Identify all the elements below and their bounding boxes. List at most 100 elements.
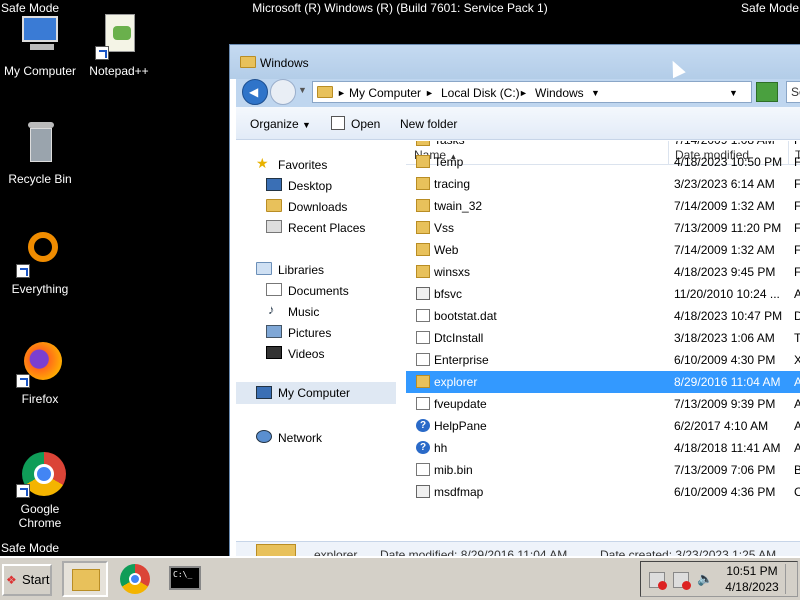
- breadcrumb-local-disk[interactable]: Local Disk (C:): [441, 86, 520, 100]
- file-row[interactable]: Enterprise 6/10/2009 4:30 PM X: [406, 349, 800, 371]
- address-dropdown-icon[interactable]: ▼: [729, 88, 738, 98]
- nav-item-desktop[interactable]: Desktop: [236, 176, 396, 196]
- file-row[interactable]: Web 7/14/2009 1:32 AM F: [406, 239, 800, 261]
- file-row[interactable]: ? HelpPane 6/2/2017 4:10 AM A: [406, 415, 800, 437]
- show-desktop-button[interactable]: [785, 564, 795, 594]
- desktop-icon-notepadpp[interactable]: Notepad++: [79, 12, 159, 78]
- shortcut-arrow-icon: [16, 264, 30, 278]
- file-date-modified: 7/13/2009 9:39 PM: [674, 397, 776, 411]
- shortcut-arrow-icon: [16, 484, 30, 498]
- file-date-modified: 4/18/2018 11:41 AM: [674, 441, 781, 455]
- open-button[interactable]: Open: [351, 117, 380, 131]
- nav-item-my-computer[interactable]: My Computer: [236, 382, 396, 404]
- file-date-modified: 6/2/2017 4:10 AM: [674, 419, 769, 433]
- recent-pages-icon[interactable]: ▼: [298, 85, 307, 95]
- file-row[interactable]: twain_32 7/14/2009 1:32 AM F: [406, 195, 800, 217]
- file-name: DtcInstall: [434, 331, 484, 345]
- nav-item-music[interactable]: ♪ Music: [236, 302, 396, 322]
- pictures-icon: [266, 325, 282, 338]
- nav-label: Desktop: [288, 179, 333, 193]
- file-date-modified: 4/18/2023 10:50 PM: [674, 155, 783, 169]
- file-row-selected[interactable]: explorer 8/29/2016 11:04 AM A: [406, 371, 800, 393]
- nav-label: Recent Places: [288, 221, 366, 235]
- file-type: X: [794, 353, 800, 367]
- nav-item-libraries[interactable]: Libraries: [236, 260, 396, 280]
- start-label: Start: [22, 572, 50, 587]
- desktop-icon-recycle-bin[interactable]: Recycle Bin: [0, 120, 80, 186]
- windows-logo-icon: ❖: [6, 573, 17, 587]
- taskbar-cmd-button[interactable]: C:\_: [164, 561, 210, 597]
- nav-item-recent-places[interactable]: Recent Places: [236, 218, 396, 238]
- file-date-modified: 7/14/2009 1:32 AM: [674, 243, 775, 257]
- breadcrumb-chevron-icon[interactable]: ►: [425, 88, 434, 98]
- file-row[interactable]: fveupdate 7/13/2009 9:39 PM A: [406, 393, 800, 415]
- volume-muted-icon[interactable]: 🔈: [697, 571, 713, 587]
- documents-icon: [266, 283, 282, 296]
- file-type: F: [794, 243, 800, 257]
- file-name: explorer: [434, 375, 478, 389]
- nav-item-network[interactable]: Network: [236, 428, 396, 448]
- back-button[interactable]: ◀: [242, 79, 268, 105]
- nav-label: Pictures: [288, 326, 332, 340]
- desktop-icon-label: Recycle Bin: [8, 172, 72, 186]
- desktop-icon-firefox[interactable]: Firefox: [0, 340, 80, 406]
- breadcrumb-chevron-icon[interactable]: ▼: [591, 88, 600, 98]
- new-folder-button[interactable]: New folder: [400, 117, 457, 131]
- file-row[interactable]: bootstat.dat 4/18/2023 10:47 PM D: [406, 305, 800, 327]
- file-type: F: [794, 141, 800, 147]
- nav-item-favorites[interactable]: ★ Favorites: [236, 155, 396, 175]
- file-date-modified: 7/13/2009 7:06 PM: [674, 463, 776, 477]
- clock-time[interactable]: 10:51 PM: [717, 564, 787, 578]
- refresh-icon[interactable]: [756, 82, 778, 102]
- organize-button[interactable]: Organize ▼: [250, 117, 311, 131]
- file-row[interactable]: ? hh 4/18/2018 11:41 AM A: [406, 437, 800, 459]
- file-name: twain_32: [434, 199, 483, 213]
- desktop-icon-google-chrome[interactable]: Google Chrome: [0, 450, 80, 530]
- taskbar: ❖ Start C:\_ 🔈 10:51 PM 4/18/2023: [0, 556, 800, 600]
- help-icon: ?: [416, 419, 430, 432]
- clock-date[interactable]: 4/18/2023: [717, 580, 787, 594]
- start-button[interactable]: ❖ Start: [2, 564, 52, 596]
- desktop-icon-label: My Computer: [3, 64, 77, 78]
- file-row[interactable]: DtcInstall 3/18/2023 1:06 AM T: [406, 327, 800, 349]
- file-row[interactable]: msdfmap 6/10/2009 4:36 PM C: [406, 481, 800, 503]
- file-row[interactable]: Vss 7/13/2009 11:20 PM F: [406, 217, 800, 239]
- libraries-icon: [256, 262, 272, 275]
- nav-item-documents[interactable]: Documents: [236, 281, 396, 301]
- file-row[interactable]: bfsvc 11/20/2010 10:24 ... A: [406, 283, 800, 305]
- forward-button[interactable]: [270, 79, 296, 105]
- file-name: winsxs: [434, 265, 471, 279]
- folder-icon: [416, 221, 430, 234]
- file-row[interactable]: tracing 3/23/2023 6:14 AM F: [406, 173, 800, 195]
- file-row[interactable]: mib.bin 7/13/2009 7:06 PM B: [406, 459, 800, 481]
- application-icon: [416, 287, 430, 300]
- breadcrumb-my-computer[interactable]: My Computer: [349, 86, 421, 100]
- file-date-modified: 4/18/2023 10:47 PM: [674, 309, 783, 323]
- nav-item-videos[interactable]: Videos: [236, 344, 396, 364]
- action-center-error-icon[interactable]: [673, 572, 691, 590]
- desktop-icon-my-computer[interactable]: My Computer: [0, 12, 80, 78]
- nav-item-pictures[interactable]: Pictures: [236, 323, 396, 343]
- chrome-icon: [16, 450, 66, 498]
- desktop-icon-everything[interactable]: Everything: [0, 230, 80, 296]
- shortcut-arrow-icon: [95, 46, 109, 60]
- taskbar-chrome-button[interactable]: [113, 561, 159, 597]
- navigation-pane: ★ Favorites Desktop Downloads Recent Pla…: [236, 141, 396, 541]
- file-icon: [416, 309, 430, 322]
- explorer-folder-icon: [72, 569, 100, 591]
- safe-mode-label-bottom-left: Safe Mode: [1, 541, 60, 555]
- nav-item-downloads[interactable]: Downloads: [236, 197, 396, 217]
- chrome-center-icon: [129, 573, 141, 585]
- breadcrumb-windows[interactable]: Windows: [535, 86, 584, 100]
- address-bar[interactable]: ► My Computer ► Local Disk (C:) ► Window…: [312, 81, 752, 103]
- folder-icon: [240, 56, 256, 68]
- taskbar-explorer-button[interactable]: [62, 561, 108, 597]
- breadcrumb-chevron-icon[interactable]: ►: [337, 88, 346, 98]
- file-row[interactable]: Tasks 7/14/2009 1:08 AM F: [406, 141, 800, 151]
- search-input[interactable]: Sea: [786, 81, 800, 103]
- file-row[interactable]: Temp 4/18/2023 10:50 PM F: [406, 151, 800, 173]
- window-title-bar[interactable]: Windows: [230, 45, 800, 79]
- breadcrumb-chevron-icon[interactable]: ►: [519, 88, 528, 98]
- file-row[interactable]: winsxs 4/18/2023 9:45 PM F: [406, 261, 800, 283]
- network-error-icon[interactable]: [649, 572, 667, 590]
